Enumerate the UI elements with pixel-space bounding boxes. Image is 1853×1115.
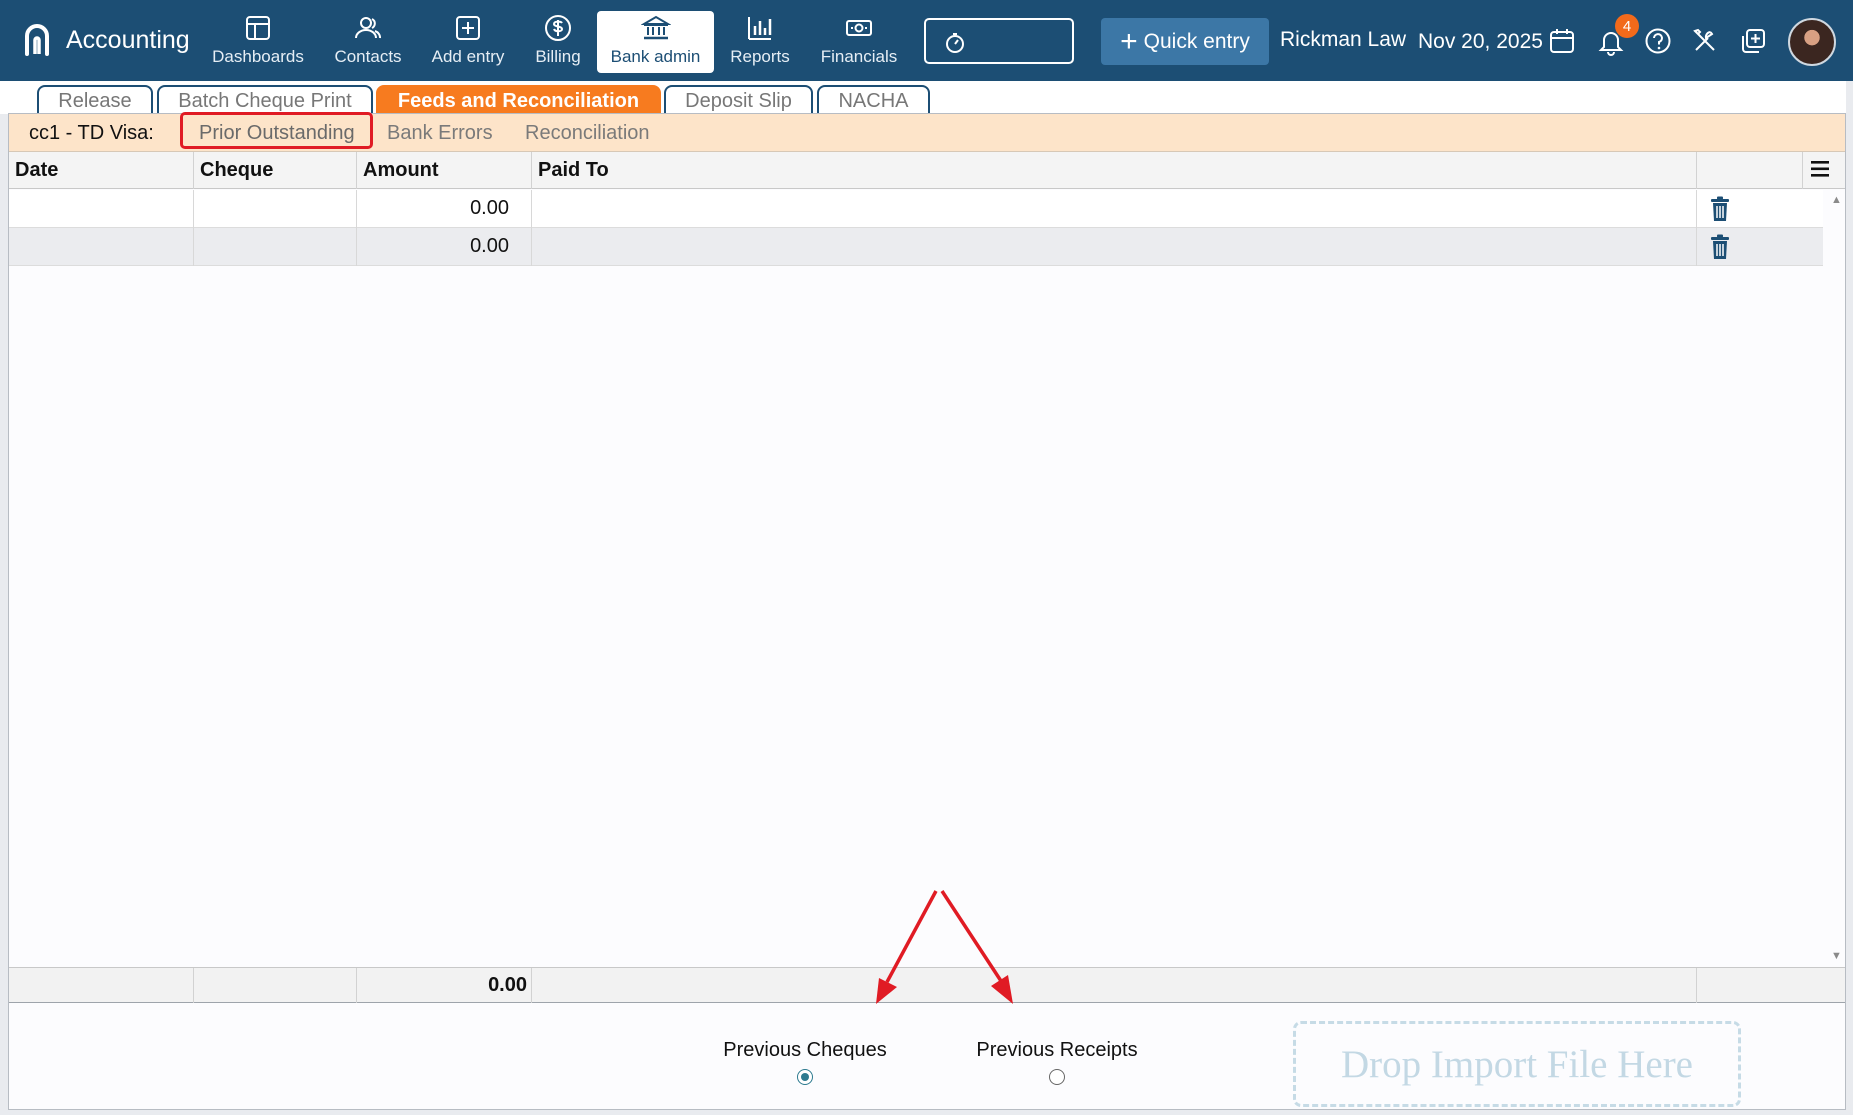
cell-date[interactable]	[9, 190, 194, 228]
grid-header: Date Cheque Amount Paid To	[9, 152, 1845, 189]
previous-cheques-radio[interactable]	[797, 1069, 813, 1085]
nav-contacts[interactable]: Contacts	[326, 11, 410, 73]
quick-entry-button[interactable]: + Quick entry	[1101, 18, 1269, 65]
nav-label: Contacts	[334, 47, 402, 66]
top-navigation-bar: Accounting Dashboards Contacts Add entry…	[0, 0, 1853, 81]
cell-paid-to[interactable]	[532, 228, 1697, 266]
nav-label: Bank admin	[610, 47, 701, 66]
cell-amount[interactable]: 0.00	[357, 190, 532, 228]
stopwatch-icon	[946, 33, 964, 53]
nav-label: Add entry	[431, 47, 505, 66]
column-menu-icon[interactable]	[1809, 158, 1831, 180]
column-header-amount[interactable]: Amount	[357, 152, 532, 189]
footer-cell	[194, 968, 357, 1003]
timer-button[interactable]	[924, 18, 1074, 64]
tab-batch-cheque-print[interactable]: Batch Cheque Print	[157, 85, 373, 115]
cell-date[interactable]	[9, 228, 194, 266]
tab-feeds-and-reconciliation[interactable]: Feeds and Reconciliation	[376, 85, 661, 115]
previous-cheques-label: Previous Cheques	[723, 1039, 887, 1061]
nav-label: Dashboards	[212, 47, 304, 66]
nav-label: Billing	[535, 47, 581, 66]
notification-badge: 4	[1615, 14, 1639, 38]
footer-cell	[532, 968, 1697, 1003]
account-label: cc1 - TD Visa:	[29, 122, 154, 144]
plus-icon: +	[1120, 24, 1138, 58]
trash-icon[interactable]	[1709, 234, 1731, 260]
table-row[interactable]: 0.00	[9, 190, 1823, 228]
firm-name[interactable]: Rickman Law	[1280, 28, 1406, 52]
cell-cheque[interactable]	[194, 228, 357, 266]
previous-receipts-option[interactable]: Previous Receipts	[969, 1039, 1145, 1085]
account-subbar: cc1 - TD Visa: Prior Outstanding Bank Er…	[9, 112, 1845, 152]
nav-financials[interactable]: Financials	[813, 11, 905, 73]
dollar-icon	[545, 15, 571, 41]
subtab-reconciliation[interactable]: Reconciliation	[525, 122, 650, 145]
previous-receipts-label: Previous Receipts	[976, 1039, 1138, 1061]
nav-add-entry[interactable]: Add entry	[425, 11, 511, 73]
scroll-up-arrow[interactable]: ▲	[1831, 194, 1842, 206]
column-header-paid-to[interactable]: Paid To	[532, 152, 1697, 189]
bank-icon	[640, 15, 671, 40]
app-title: Accounting	[66, 25, 190, 54]
dashboard-icon	[246, 16, 270, 40]
column-header-date[interactable]: Date	[9, 152, 194, 189]
user-avatar[interactable]	[1788, 18, 1836, 66]
window-edge	[1846, 81, 1853, 1115]
scroll-down-arrow[interactable]: ▼	[1831, 950, 1842, 962]
previous-receipts-radio[interactable]	[1049, 1069, 1065, 1085]
column-header-actions	[1697, 152, 1803, 189]
trash-icon[interactable]	[1709, 196, 1731, 222]
nav-reports[interactable]: Reports	[725, 11, 795, 73]
current-date[interactable]: Nov 20, 2025	[1418, 30, 1543, 54]
subtab-bank-errors[interactable]: Bank Errors	[387, 122, 493, 145]
brand[interactable]: Accounting	[22, 20, 190, 60]
cell-paid-to[interactable]	[532, 190, 1697, 228]
active-subtab-highlight	[180, 112, 373, 149]
nav-bank-admin[interactable]: Bank admin	[597, 11, 714, 73]
help-icon[interactable]	[1643, 26, 1673, 56]
tools-icon[interactable]	[1690, 26, 1720, 56]
nav-billing[interactable]: Billing	[528, 11, 588, 73]
nav-label: Reports	[730, 47, 790, 66]
add-entry-icon	[456, 16, 480, 40]
new-window-icon[interactable]	[1738, 26, 1768, 56]
table-row[interactable]: 0.00	[9, 228, 1823, 266]
module-tab-bar: Release Batch Cheque Print Feeds and Rec…	[0, 81, 1853, 115]
tab-deposit-slip[interactable]: Deposit Slip	[664, 85, 813, 115]
column-header-cheque[interactable]: Cheque	[194, 152, 357, 189]
footer-cell	[9, 968, 194, 1003]
calendar-icon[interactable]	[1547, 26, 1577, 56]
cell-amount[interactable]: 0.00	[357, 228, 532, 266]
app-logo-icon	[25, 24, 49, 56]
tab-nacha[interactable]: NACHA	[817, 85, 930, 115]
money-icon	[846, 20, 872, 36]
bar-chart-icon	[748, 17, 772, 40]
contacts-icon	[355, 17, 381, 39]
import-file-dropzone[interactable]: Drop Import File Here	[1293, 1021, 1741, 1107]
tab-release[interactable]: Release	[37, 85, 153, 115]
nav-label: Financials	[820, 47, 898, 66]
annotation-arrows	[876, 890, 1013, 1004]
reconciliation-panel: cc1 - TD Visa: Prior Outstanding Bank Er…	[8, 112, 1846, 1110]
total-amount: 0.00	[357, 968, 532, 1003]
cell-cheque[interactable]	[194, 190, 357, 228]
quick-entry-label: Quick entry	[1143, 29, 1250, 53]
nav-dashboards[interactable]: Dashboards	[207, 11, 309, 73]
previous-cheques-option[interactable]: Previous Cheques	[717, 1039, 893, 1085]
